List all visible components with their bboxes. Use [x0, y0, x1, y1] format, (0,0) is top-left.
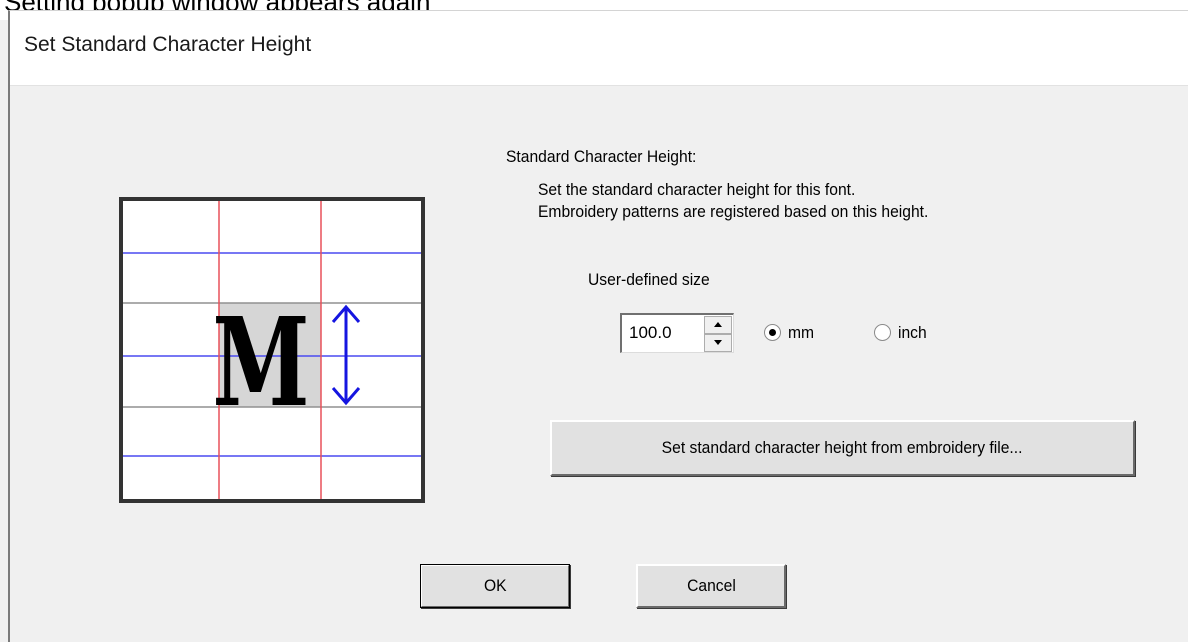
stepper-buttons [704, 316, 732, 352]
ok-button-label: OK [483, 576, 507, 595]
set-height-from-file-button[interactable]: Set standard character height from embro… [550, 420, 1135, 476]
user-defined-size-label: User-defined size [588, 270, 710, 289]
radio-selected-dot [769, 329, 776, 336]
character-height-stepper[interactable]: 100.0 [620, 313, 734, 353]
stepper-up-button[interactable] [704, 316, 732, 334]
description-line-2: Embroidery patterns are registered based… [538, 202, 929, 221]
stepper-down-button[interactable] [704, 334, 732, 352]
unit-mm-radio[interactable] [764, 324, 781, 341]
character-height-illustration: M [119, 197, 425, 503]
unit-mm-label[interactable]: mm [788, 323, 814, 343]
unit-inch-radio[interactable] [874, 324, 891, 341]
arrow-down-icon [714, 340, 722, 345]
title-bar[interactable]: Set Standard Character Height [10, 11, 1188, 86]
unit-inch-label[interactable]: inch [898, 323, 927, 343]
dialog-window: Set Standard Character Height M Standard… [8, 10, 1188, 642]
set-height-from-file-label: Set standard character height from embro… [662, 438, 1023, 457]
ok-button[interactable]: OK [420, 564, 570, 608]
dialog-title: Set Standard Character Height [24, 33, 312, 56]
arrow-up-icon [714, 322, 722, 327]
cancel-button-label: Cancel [686, 576, 736, 595]
sample-letter: M [212, 291, 309, 434]
description-line-1: Set the standard character height for th… [538, 180, 856, 199]
character-height-value[interactable]: 100.0 [629, 323, 672, 343]
cancel-button[interactable]: Cancel [636, 564, 786, 608]
section-heading: Standard Character Height: [506, 147, 697, 166]
illustration-svg: M [123, 201, 421, 499]
